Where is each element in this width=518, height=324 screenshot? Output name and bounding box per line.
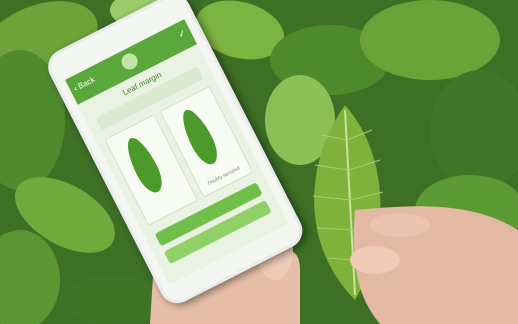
leaf-serrated-icon [176, 105, 223, 169]
option-label: Doubly serrated [206, 165, 242, 187]
check-icon[interactable]: ✓ [176, 27, 188, 40]
logo-icon [118, 50, 141, 73]
option-label [146, 195, 194, 220]
margin-options: Doubly serrated [95, 79, 262, 233]
back-button[interactable]: ‹ Back [72, 75, 96, 93]
photo-scene: ‹ Back ✓ Leaf margin Doubly serrated [0, 0, 518, 324]
leaf-smooth-icon [120, 133, 168, 197]
